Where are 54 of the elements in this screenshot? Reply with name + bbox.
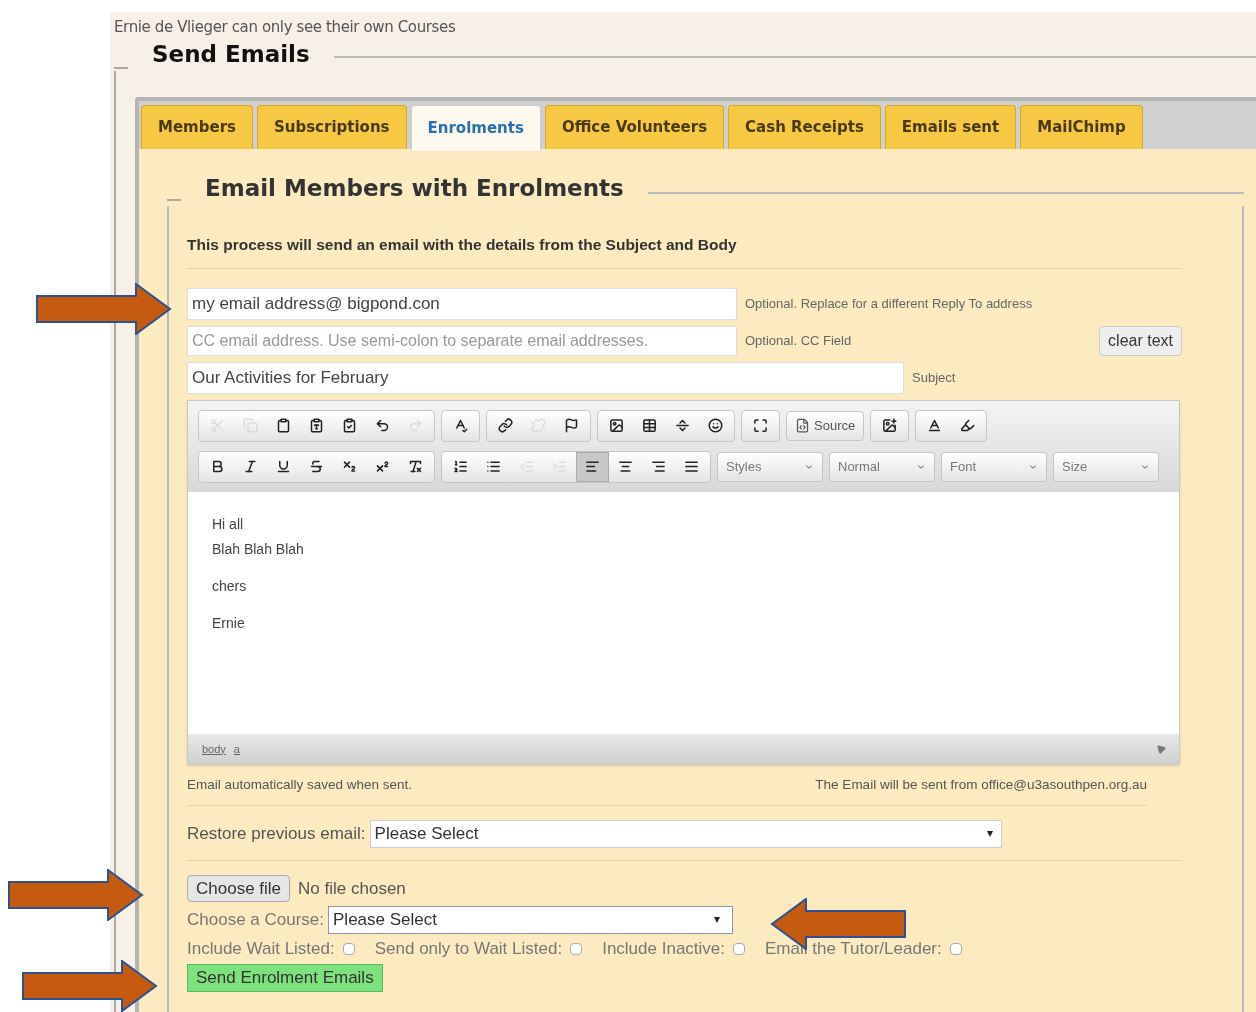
- element-path-link[interactable]: body: [202, 740, 226, 757]
- editor-text: Hi all: [212, 514, 245, 534]
- cc-field[interactable]: CC email address. Use semi-colon to separate email addresses.: [187, 325, 737, 356]
- restore-label: Restore previous email:: [187, 823, 366, 846]
- hint-text: Optional. CC Field: [745, 332, 852, 350]
- right-arrow-icon: [22, 960, 158, 1012]
- page-title: Send Emails: [151, 39, 311, 69]
- toolbar-dropdown[interactable]: Size: [1054, 452, 1158, 481]
- tab[interactable]: Cash Receipts: [728, 105, 881, 149]
- notice-text: Ernie de Vlieger can only see their own Courses: [114, 17, 457, 38]
- section-title: Email Members with Enrolments: [204, 174, 625, 203]
- course-label: Choose a Course:: [187, 909, 325, 932]
- editor-body[interactable]: Hi all Blah Blah Blah chers Ernie: [188, 491, 1179, 734]
- note-text: The Email will be sent from office@u3asouthpen.org.au: [815, 775, 1147, 794]
- editor-text: Blah Blah Blah: [212, 539, 305, 559]
- toolbar-dropdown[interactable]: Font: [942, 452, 1046, 481]
- checkbox[interactable]: [570, 942, 583, 955]
- right-arrow-icon: [36, 283, 172, 335]
- tab[interactable]: Subscriptions: [256, 105, 407, 149]
- choose-file-button[interactable]: Choose file: [187, 875, 291, 902]
- hint-text: Optional. Replace for a different Reply To address: [745, 295, 1033, 313]
- tab[interactable]: Office Volunteers: [544, 105, 725, 149]
- option-label: Send only to Wait Listed:: [374, 938, 563, 960]
- toolbar-dropdown[interactable]: Normal: [830, 452, 934, 481]
- send-enrolment-emails-button[interactable]: Send Enrolment Emails: [187, 963, 383, 992]
- intro-text: This process will send an email with the details from the Subject and Body: [187, 232, 1182, 269]
- editor-text: Ernie: [212, 613, 246, 633]
- toolbar-dropdown[interactable]: Styles: [718, 452, 822, 481]
- checkbox[interactable]: [733, 942, 745, 955]
- element-path-link[interactable]: a: [233, 740, 240, 757]
- option-label: Include Wait Listed:: [187, 938, 335, 960]
- tab[interactable]: Emails sent: [884, 105, 1017, 149]
- align-left-button[interactable]: [576, 451, 609, 482]
- right-arrow-icon: [8, 869, 144, 921]
- hint-text: Subject: [912, 369, 956, 387]
- document-icon: [795, 418, 810, 434]
- file-status: No file chosen: [298, 877, 406, 900]
- clear-text-button[interactable]: clear text: [1099, 325, 1182, 356]
- editor-text: chers: [212, 576, 248, 596]
- restore-select[interactable]: Please Select: [369, 820, 1002, 848]
- note-text: Email automatically saved when sent.: [187, 775, 413, 794]
- tab[interactable]: Enrolments: [410, 105, 541, 151]
- tab[interactable]: Members: [141, 105, 253, 149]
- caret-icon: [986, 831, 993, 837]
- caret-icon: [714, 917, 721, 923]
- source-button[interactable]: Source: [789, 411, 862, 440]
- checkbox[interactable]: [949, 942, 962, 955]
- resize-handle-icon[interactable]: [1154, 742, 1167, 756]
- tab[interactable]: MailChimp: [1020, 105, 1143, 149]
- option-label: Include Inactive:: [602, 938, 725, 960]
- course-select[interactable]: Please Select: [328, 906, 734, 934]
- reply-to-field[interactable]: my email address@ bigpond.con: [187, 287, 737, 320]
- subject-field[interactable]: Our Activities for February: [187, 361, 904, 394]
- checkbox[interactable]: [342, 942, 355, 955]
